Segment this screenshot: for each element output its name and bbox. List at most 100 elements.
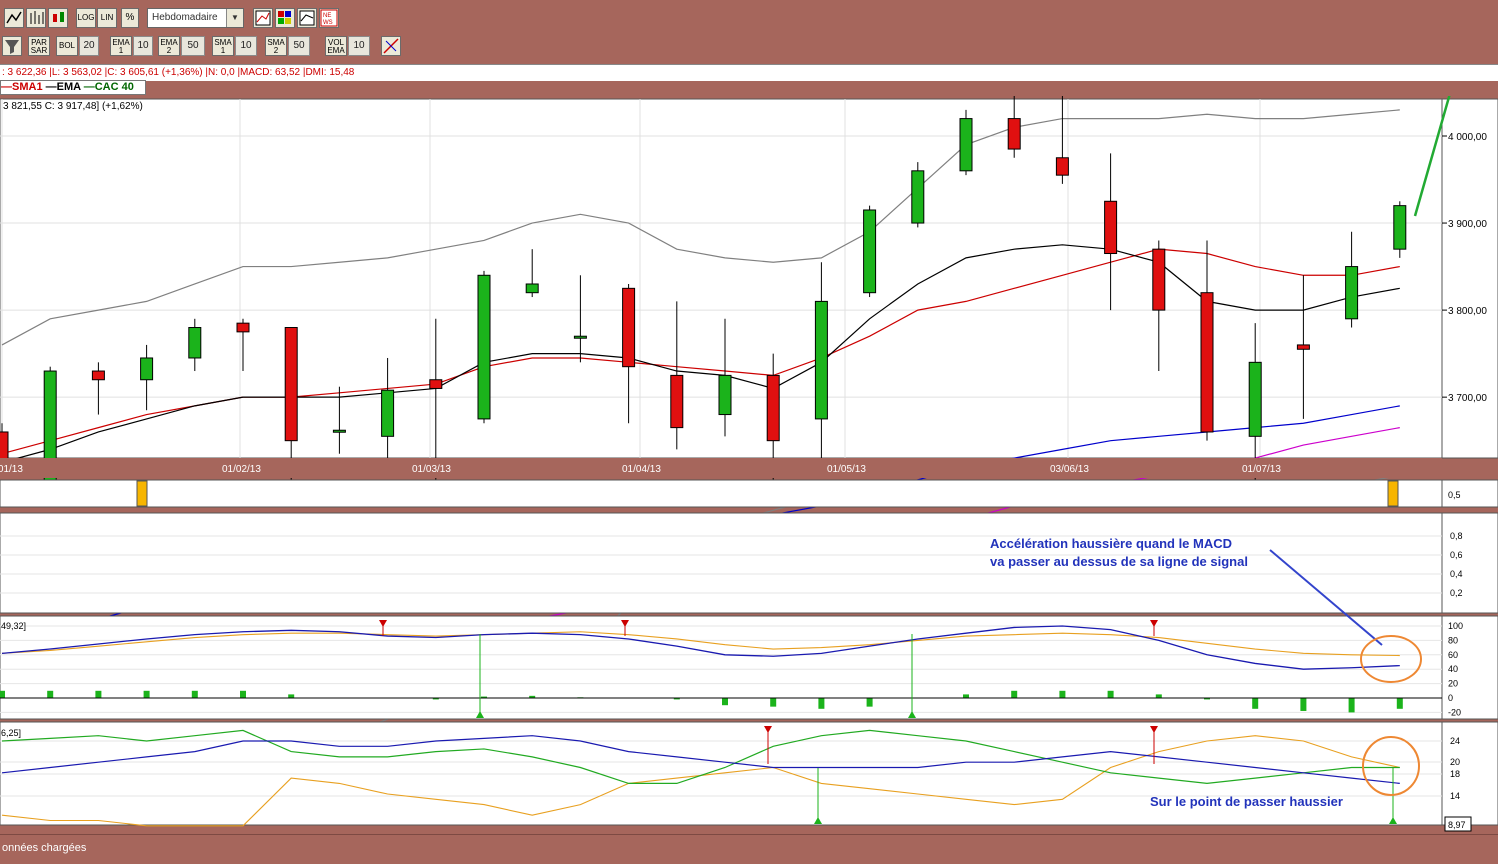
macd-panel — [0, 615, 1443, 720]
candle-body — [718, 374, 732, 416]
oscillator-axis — [1441, 512, 1498, 614]
macd-tick-label: 0 — [1448, 693, 1453, 703]
date-tick-label: 01/02/13 — [222, 464, 261, 475]
macd-histogram-bar — [288, 694, 295, 698]
candle-body — [0, 431, 9, 463]
candle-body — [863, 209, 877, 294]
sma1-period-value[interactable]: 10 — [235, 36, 257, 56]
macd-histogram-bar — [1155, 694, 1162, 698]
macd-histogram-bar — [1396, 698, 1403, 709]
status-text: onnées chargées — [2, 842, 87, 854]
candle-body — [140, 357, 154, 381]
vol-ema-button[interactable]: VOL EMA — [325, 36, 347, 56]
date-tick-label: 01/05/13 — [827, 464, 866, 475]
macd-tick-label: 100 — [1448, 621, 1463, 631]
chevron-down-icon[interactable]: ▼ — [226, 9, 243, 27]
price-tick-label: 3 900,00 — [1448, 219, 1487, 230]
candle-body — [429, 379, 443, 389]
date-tick-label: 01/07/13 — [1242, 464, 1281, 475]
compare-button[interactable] — [297, 8, 317, 28]
candle-body — [911, 170, 925, 224]
bol-period-value[interactable]: 20 — [79, 36, 99, 56]
macd-histogram-bar — [770, 698, 777, 707]
svg-text:NE: NE — [323, 13, 331, 19]
oscillator-tick-label: 0,6 — [1450, 550, 1463, 560]
candle-body — [1007, 118, 1021, 150]
macd-tick-label: 60 — [1448, 650, 1458, 660]
date-tick-label: 01/04/13 — [622, 464, 661, 475]
macd-histogram-bar — [1107, 690, 1114, 698]
sma2-button[interactable]: SMA 2 — [265, 36, 287, 56]
line-chart-icon — [6, 11, 22, 24]
indicator-toolbar: PAR SAR BOL 20 EMA 1 10 EMA 2 50 SMA 1 1… — [0, 34, 1498, 58]
macd-histogram-bar — [722, 698, 728, 706]
candle-body — [573, 335, 587, 339]
macd-histogram-bar — [1300, 698, 1307, 711]
filter-button[interactable] — [2, 36, 22, 56]
chart-grid-icon — [255, 10, 271, 26]
macd-annotation-line1: Accélération haussière quand le MACD — [990, 536, 1232, 551]
candle-body — [188, 327, 202, 359]
macd-histogram-bar — [1011, 690, 1018, 698]
macd-histogram-bar — [0, 690, 5, 698]
price-tick-label: 3 800,00 — [1448, 306, 1487, 317]
candle-body — [766, 374, 780, 442]
oscillator-tick-label: 0,2 — [1450, 588, 1463, 598]
ohlc-icon — [30, 11, 44, 24]
line-chart-button[interactable] — [4, 8, 24, 28]
filter-icon — [5, 40, 19, 54]
chart-type-button[interactable] — [253, 8, 273, 28]
bar-chart-button[interactable] — [26, 8, 46, 28]
macd-label: 49,32] — [1, 621, 26, 631]
lin-scale-button[interactable]: LIN — [97, 8, 117, 28]
legend-sma1: —SMA1 — [1, 81, 43, 93]
candle-chart-button[interactable] — [48, 8, 68, 28]
macd-histogram-bar — [1059, 690, 1066, 698]
date-axis — [0, 458, 1442, 478]
price-tick-label: 3 700,00 — [1448, 393, 1487, 404]
price-tick-label: 4 000,00 — [1448, 132, 1487, 143]
candle-body — [1200, 292, 1214, 433]
macd-tick-label: 40 — [1448, 664, 1458, 674]
ema1-period-value[interactable]: 10 — [133, 36, 153, 56]
svg-text:WS: WS — [323, 20, 333, 26]
bol-button[interactable]: BOL — [56, 36, 78, 56]
macd-histogram-bar — [818, 698, 825, 709]
series-legend: —SMA1 —EMA —CAC 40 — [0, 80, 146, 95]
dmi-tick-label: 18 — [1450, 769, 1460, 779]
candle-body — [91, 370, 105, 381]
color-palette-button[interactable] — [275, 8, 295, 28]
vol-ema-period-value[interactable]: 10 — [348, 36, 370, 56]
sma1-button[interactable]: SMA 1 — [212, 36, 234, 56]
oscillator-tick-label: 0,8 — [1450, 531, 1463, 541]
candle-body — [332, 429, 346, 433]
ema2-period-value[interactable]: 50 — [181, 36, 205, 56]
ema1-button[interactable]: EMA 1 — [110, 36, 132, 56]
log-scale-button[interactable]: LOG — [76, 8, 96, 28]
candle-body — [1152, 248, 1166, 311]
sma2-period-value[interactable]: 50 — [288, 36, 310, 56]
macd-histogram-bar — [1348, 698, 1355, 713]
macd-histogram-bar — [143, 690, 150, 698]
date-tick-label: 01/01/13 — [0, 464, 23, 475]
macd-tick-label: 20 — [1448, 679, 1458, 689]
legend-cac40: —CAC 40 — [83, 81, 134, 93]
flag-bar — [1387, 480, 1399, 507]
flag-bar — [136, 480, 148, 507]
period-select[interactable]: Hebdomadaire ▼ — [147, 8, 244, 28]
draw-trendline-button[interactable] — [381, 36, 401, 56]
dmi-tick-label: 24 — [1450, 736, 1460, 746]
ema2-button[interactable]: EMA 2 — [158, 36, 180, 56]
percent-scale-button[interactable]: % — [121, 8, 139, 28]
candlestick-icon — [53, 12, 64, 22]
stock-chart[interactable]: 4 000,003 900,003 800,003 700,003 600,00… — [0, 96, 1498, 834]
macd-histogram-bar — [191, 690, 198, 698]
info-bar: : 3 622,36 |L: 3 563,02 |C: 3 605,61 (+1… — [0, 64, 1498, 81]
candle-body — [477, 274, 491, 420]
par-sar-button[interactable]: PAR SAR — [28, 36, 50, 56]
compare-icon — [299, 10, 315, 26]
candle-body — [525, 283, 539, 294]
oscillator-tick-label: 0,4 — [1450, 569, 1463, 579]
candle-body — [1296, 344, 1310, 350]
news-button[interactable]: NE WS — [319, 8, 339, 28]
